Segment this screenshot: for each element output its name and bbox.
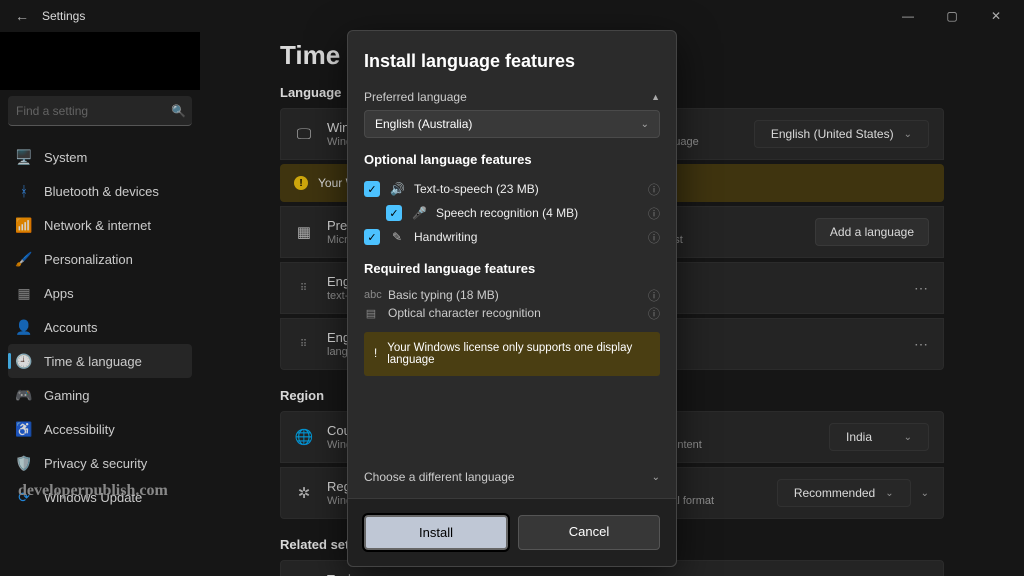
system-icon: 🖥️ (16, 149, 32, 165)
chevron-down-icon: ⌄ (652, 472, 660, 483)
monitor-icon: 🖵 (295, 126, 313, 143)
search-input[interactable] (16, 104, 171, 118)
nav-personalization[interactable]: 🖌️Personalization (8, 242, 192, 276)
info-icon[interactable]: ⓘ (648, 305, 660, 322)
install-button[interactable]: Install (364, 515, 508, 550)
accessibility-icon: ♿ (16, 421, 32, 437)
option-handwriting[interactable]: ✓ ✎ Handwriting ⓘ (364, 225, 660, 249)
required-ocr: ▤ Optical character recognition ⓘ (364, 304, 660, 322)
grip-icon[interactable]: ⠿ (295, 283, 313, 294)
modal-footer: Install Cancel (348, 498, 676, 566)
globe-icon: 🌐 (295, 428, 313, 446)
chevron-down-icon[interactable]: ⌄ (921, 488, 929, 499)
sidebar: 🔍 🖥️System ᚼBluetooth & devices 📶Network… (0, 32, 200, 576)
back-button[interactable]: ← (6, 8, 38, 24)
chevron-down-icon: ⌄ (904, 432, 912, 443)
bluetooth-icon: ᚼ (16, 183, 32, 199)
abc-icon: abc (364, 289, 378, 301)
nav-apps[interactable]: ▦Apps (8, 276, 192, 310)
install-language-modal: Install language features Preferred lang… (347, 30, 677, 567)
more-button[interactable]: ⋯ (914, 280, 929, 297)
nav-system[interactable]: 🖥️System (8, 140, 192, 174)
country-dropdown[interactable]: India ⌄ (829, 423, 929, 451)
close-button[interactable]: ✕ (974, 0, 1018, 32)
maximize-button[interactable]: ▢ (930, 0, 974, 32)
person-icon: 👤 (16, 319, 32, 335)
option-speech[interactable]: ✓ 🎤 Speech recognition (4 MB) ⓘ (364, 201, 660, 225)
optional-features-header: Optional language features (364, 152, 660, 167)
warning-icon: ! (294, 176, 308, 190)
pen-icon: ✎ (390, 230, 404, 244)
chevron-down-icon: ⌄ (904, 129, 912, 140)
ocr-icon: ▤ (364, 307, 378, 320)
brush-icon: 🖌️ (16, 251, 32, 267)
grip-icon[interactable]: ⠿ (295, 339, 313, 350)
titlebar: ← Settings — ▢ ✕ (0, 0, 1024, 32)
update-icon: ⟳ (16, 489, 32, 505)
wifi-icon: 📶 (16, 217, 32, 233)
nav-gaming[interactable]: 🎮Gaming (8, 378, 192, 412)
app-title: Settings (42, 9, 85, 23)
gaming-icon: 🎮 (16, 387, 32, 403)
apps-icon: ▦ (16, 285, 32, 301)
checkbox-checked-icon[interactable]: ✓ (386, 205, 402, 221)
add-language-button[interactable]: Add a language (815, 218, 929, 246)
checkbox-checked-icon[interactable]: ✓ (364, 229, 380, 245)
search-icon: 🔍 (171, 104, 186, 118)
shield-icon: 🛡️ (16, 455, 32, 471)
preferred-language-select[interactable]: English (Australia) ⌄ (364, 110, 660, 138)
choose-different-language[interactable]: Choose a different language ⌄ (364, 466, 660, 488)
info-icon[interactable]: ⓘ (648, 181, 660, 198)
nav-bluetooth[interactable]: ᚼBluetooth & devices (8, 174, 192, 208)
required-basic-typing: abc Basic typing (18 MB) ⓘ (364, 286, 660, 304)
required-features-header: Required language features (364, 261, 660, 276)
sort-icon[interactable]: ▲ (651, 92, 660, 102)
preferred-language-label: Preferred language ▲ (364, 90, 660, 104)
info-icon[interactable]: ⓘ (648, 205, 660, 222)
modal-license-banner: ! Your Windows license only supports one… (364, 332, 660, 376)
minimize-button[interactable]: — (886, 0, 930, 32)
cancel-button[interactable]: Cancel (518, 515, 660, 550)
option-tts[interactable]: ✓ 🔊 Text-to-speech (23 MB) ⓘ (364, 177, 660, 201)
warning-icon: ! (374, 348, 377, 360)
display-language-dropdown[interactable]: English (United States) ⌄ (754, 120, 929, 148)
nav-accounts[interactable]: 👤Accounts (8, 310, 192, 344)
search-box[interactable]: 🔍 (8, 96, 192, 126)
more-button[interactable]: ⋯ (914, 336, 929, 353)
checkbox-checked-icon[interactable]: ✓ (364, 181, 380, 197)
format-dropdown[interactable]: Recommended ⌄ (777, 479, 911, 507)
region-icon: ✲ (295, 484, 313, 502)
chevron-down-icon: ⌄ (641, 119, 649, 130)
nav-time-language[interactable]: 🕘Time & language (8, 344, 192, 378)
nav-accessibility[interactable]: ♿Accessibility (8, 412, 192, 446)
info-icon[interactable]: ⓘ (648, 287, 660, 304)
info-icon[interactable]: ⓘ (648, 229, 660, 246)
nav-list: 🖥️System ᚼBluetooth & devices 📶Network &… (8, 140, 192, 514)
globe-icon: ▦ (295, 223, 313, 241)
account-block[interactable] (0, 32, 200, 90)
speaker-icon: 🔊 (390, 182, 404, 196)
nav-update[interactable]: ⟳Windows Update (8, 480, 192, 514)
nav-privacy[interactable]: 🛡️Privacy & security (8, 446, 192, 480)
microphone-icon: 🎤 (412, 206, 426, 220)
chevron-down-icon: ⌄ (885, 488, 893, 499)
nav-network[interactable]: 📶Network & internet (8, 208, 192, 242)
modal-title: Install language features (364, 51, 660, 72)
clock-icon: 🕘 (16, 353, 32, 369)
